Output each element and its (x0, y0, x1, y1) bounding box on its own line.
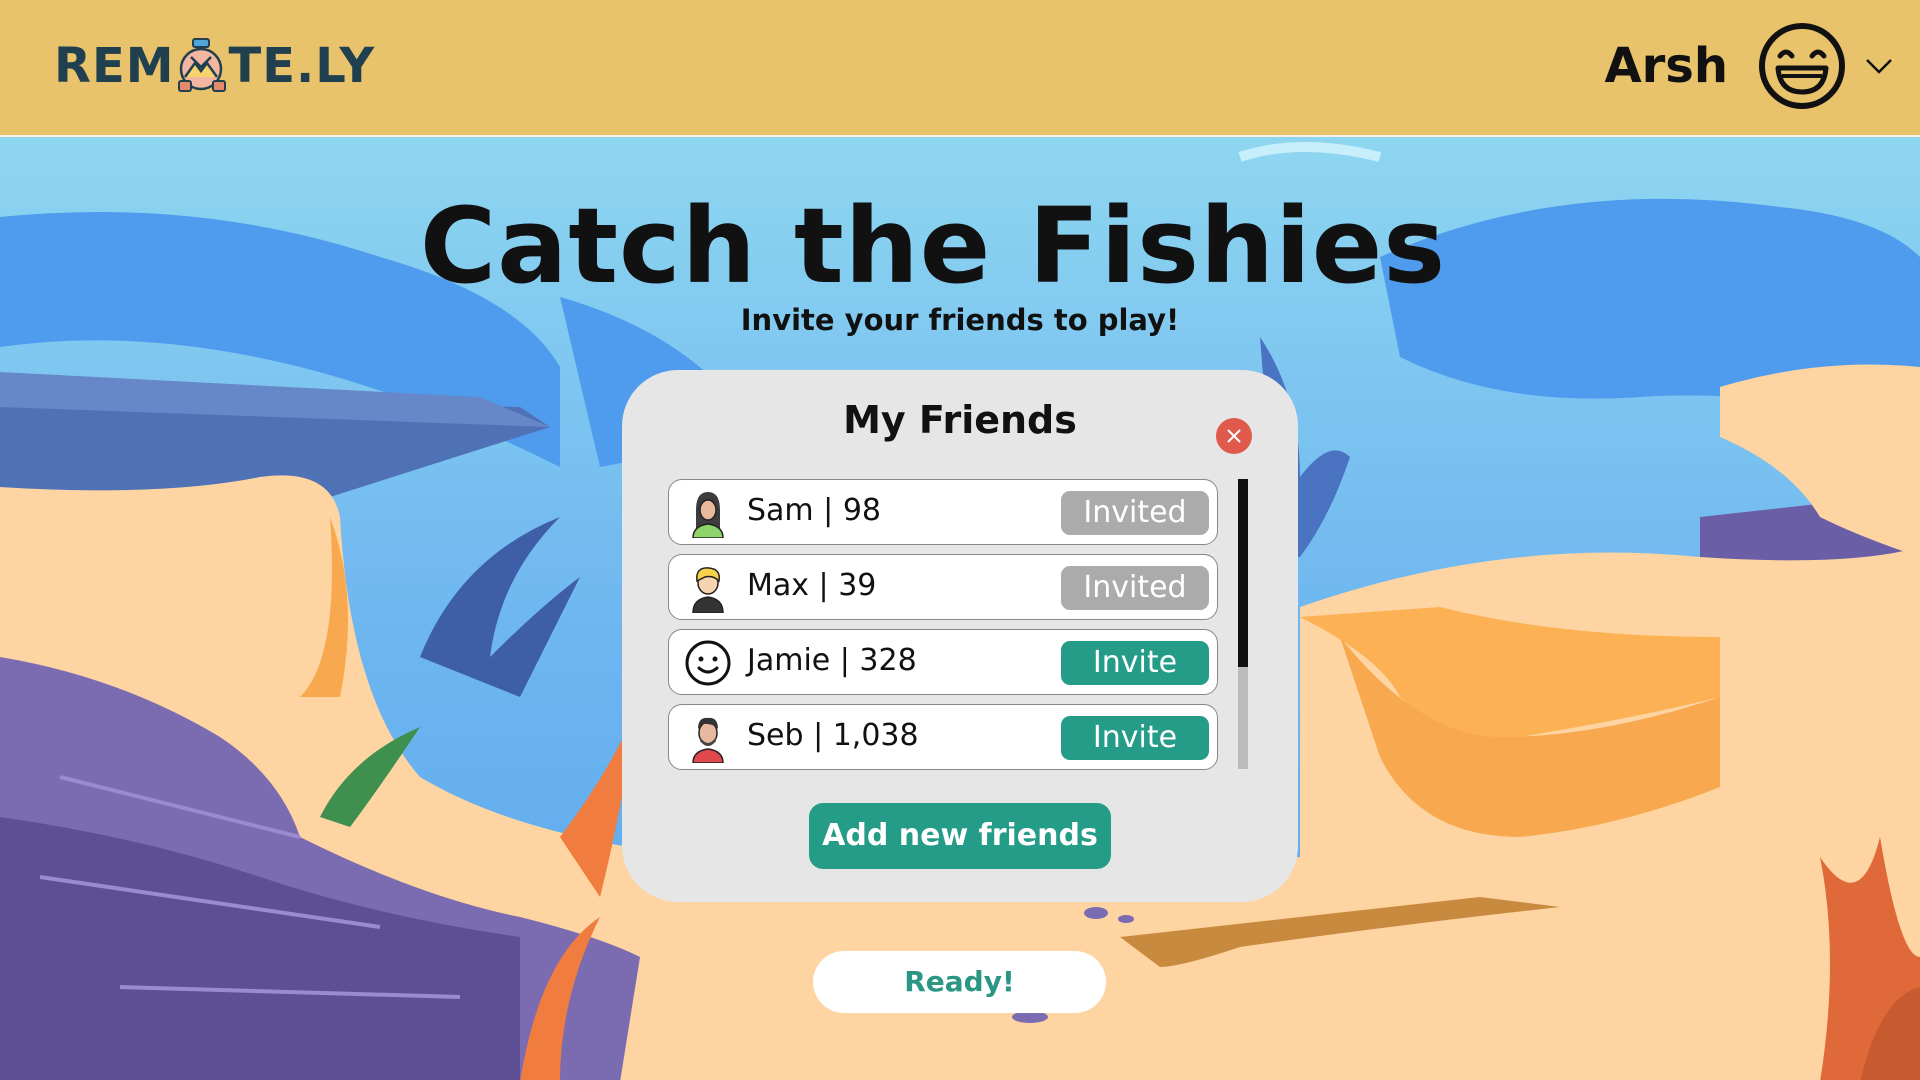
friend-name-score: Sam | 98 (747, 493, 882, 528)
close-button[interactable] (1216, 418, 1252, 454)
invite-button[interactable]: Invite (1061, 716, 1209, 760)
game-subtitle: Invite your friends to play! (740, 303, 1180, 337)
logo-text-left: REM (54, 38, 175, 94)
user-name[interactable]: Arsh (1604, 38, 1728, 94)
game-title: Catch the Fishies (419, 185, 1447, 307)
friend-row: Sam | 98 Invited (668, 479, 1218, 545)
remotely-logo[interactable]: REM TE.LY (54, 36, 375, 96)
invited-button[interactable]: Invited (1061, 491, 1209, 535)
friend-row: Max | 39 Invited (668, 554, 1218, 620)
add-new-friends-button[interactable]: Add new friends (809, 803, 1111, 869)
friend-row: Seb | 1,038 Invite (668, 704, 1218, 770)
friends-list: Sam | 98 Invited Max | 39 Invited Jamie … (668, 479, 1218, 779)
smiley-face-icon (685, 640, 731, 686)
top-bar: REM TE.LY Arsh (0, 0, 1920, 130)
friends-scrollbar[interactable] (1238, 479, 1248, 769)
scrollbar-thumb[interactable] (1238, 479, 1248, 667)
panel-title: My Friends (843, 398, 1077, 442)
friend-row: Jamie | 328 Invite (668, 629, 1218, 695)
laughing-face-avatar-icon[interactable] (1758, 22, 1846, 110)
logo-text-right: TE.LY (228, 38, 376, 94)
chevron-down-icon[interactable] (1864, 54, 1894, 78)
friend-name-score: Jamie | 328 (747, 643, 917, 678)
close-icon (1227, 429, 1241, 443)
friends-panel: My Friends Sam | 98 Invited Max | 39 Inv… (622, 370, 1298, 902)
friend-name-score: Seb | 1,038 (747, 718, 919, 753)
friend-name-score: Max | 39 (747, 568, 877, 603)
invite-button[interactable]: Invite (1061, 641, 1209, 685)
bearded-man-avatar-icon (692, 717, 724, 763)
ready-button[interactable]: Ready! (813, 951, 1106, 1013)
blond-man-avatar-icon (692, 567, 724, 613)
woman-avatar-icon (692, 492, 724, 538)
invited-button[interactable]: Invited (1061, 566, 1209, 610)
hands-logo-icon (177, 38, 226, 92)
